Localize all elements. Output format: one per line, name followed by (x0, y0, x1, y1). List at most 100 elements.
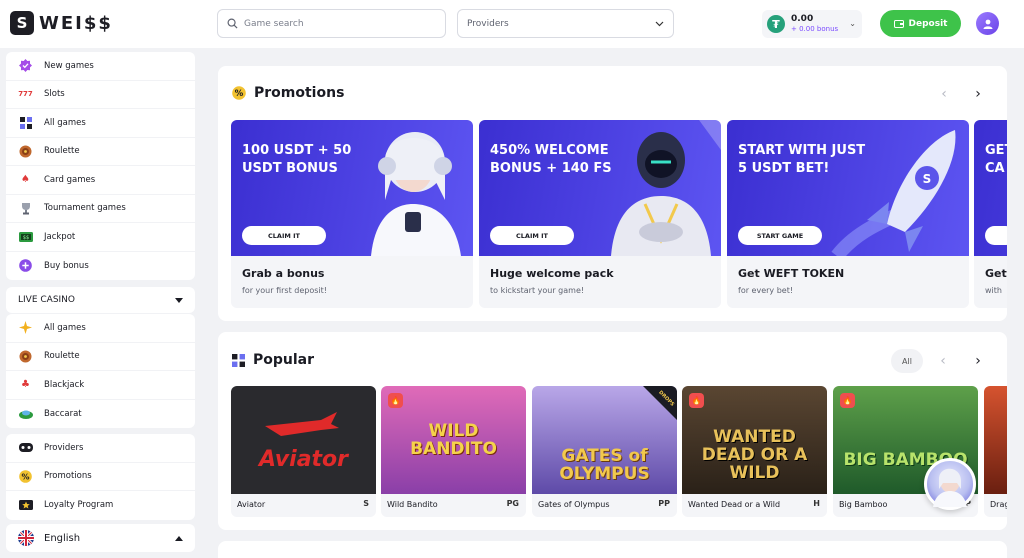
game-card[interactable]: Drag (984, 386, 1007, 517)
sidebar-item-label: New games (44, 60, 94, 71)
all-games-icon (18, 115, 33, 130)
promotions-icon: % (232, 86, 246, 100)
sidebar-item-slots[interactable]: 777 Slots (6, 81, 195, 109)
live-casino-label: LIVE CASINO (18, 295, 75, 305)
sidebar-item-loyalty-program[interactable]: Loyalty Program (6, 491, 195, 520)
logo[interactable]: S WEI$$ (10, 11, 113, 35)
user-avatar[interactable] (976, 12, 999, 35)
next-section (218, 541, 1007, 558)
promo-card[interactable]: 100 USDT + 50 USDT BONUS CLAIM IT Grab a… (231, 120, 473, 308)
promotions-next-button[interactable]: › (966, 82, 990, 106)
live-casino-toggle[interactable]: LIVE CASINO (6, 287, 195, 313)
chevron-down-icon: ⌄ (849, 19, 856, 28)
promotions-section: % Promotions ‹ › 100 USDT + 50 USDT BONU… (218, 66, 1007, 321)
promo-card[interactable]: GET CA Get with (974, 120, 1007, 308)
chevron-right-icon: › (975, 353, 981, 369)
sidebar-item-live-baccarat[interactable]: Baccarat (6, 400, 195, 429)
promo-card[interactable]: 450% WELCOME BONUS + 140 FS CLAIM IT Hug… (479, 120, 721, 308)
plane-icon (265, 412, 339, 436)
claim-button[interactable]: CLAIM IT (490, 226, 574, 245)
sidebar-item-buy-bonus[interactable]: Buy bonus (6, 252, 195, 281)
svg-text:S: S (923, 172, 932, 186)
slots-icon: 777 (18, 90, 33, 99)
sidebar-item-roulette[interactable]: Roulette (6, 138, 195, 166)
game-search[interactable] (217, 9, 446, 38)
game-name: Drag (990, 500, 1007, 509)
promo-banner: 100 USDT + 50 USDT BONUS CLAIM IT (231, 120, 473, 256)
sidebar-item-live-blackjack[interactable]: ♣ Blackjack (6, 371, 195, 400)
wallet-balance[interactable]: ₮ 0.00 + 0.00 bonus ⌄ (762, 10, 862, 38)
promo-headline: START WITH JUST 5 USDT BET! (738, 143, 866, 176)
game-name: Wanted Dead or a Wild (688, 500, 781, 509)
user-icon (983, 19, 992, 29)
popular-prev-button[interactable]: ‹ (931, 349, 955, 373)
sidebar-item-card-games[interactable]: ♠ Card games (6, 166, 195, 195)
game-art: Aviator (231, 386, 376, 494)
sidebar-item-jackpot[interactable]: $$ Jackpot (6, 223, 195, 252)
popular-title: Popular (253, 352, 315, 368)
providers-dropdown[interactable]: Providers (457, 9, 674, 38)
sidebar-item-live-roulette[interactable]: Roulette (6, 343, 195, 371)
grid-icon (232, 353, 245, 367)
sidebar-item-label: Promotions (44, 471, 92, 482)
sidebar-item-label: All games (44, 117, 86, 128)
svg-text:%: % (21, 472, 29, 481)
deposit-button[interactable]: Deposit (880, 10, 961, 37)
game-name: Wild Bandito (387, 500, 438, 509)
provider-icon: PG (506, 499, 519, 508)
sidebar-item-label: Roulette (44, 351, 80, 362)
promo-subtitle: for every bet! (738, 286, 794, 295)
game-card[interactable]: WANTED DEAD OR A WILD 🔥 Wanted Dead or a… (682, 386, 827, 517)
promo-subtitle: for your first deposit! (242, 286, 327, 295)
start-game-button[interactable]: START GAME (738, 226, 822, 245)
buy-bonus-icon (18, 258, 33, 273)
jackpot-icon: $$ (18, 229, 33, 244)
sidebar-item-all-games[interactable]: All games (6, 109, 195, 138)
promo-card[interactable]: S START WITH JUST 5 USDT BET! START GAME… (727, 120, 969, 308)
game-art (984, 386, 1007, 494)
promo-button[interactable] (985, 226, 1007, 245)
sidebar-live-group: All games Roulette ♣ Blackjack Baccarat (6, 314, 195, 428)
search-input[interactable] (244, 18, 434, 29)
promo-banner: 450% WELCOME BONUS + 140 FS CLAIM IT (479, 120, 721, 256)
game-card[interactable]: WILD BANDITO 🔥 Wild Bandito PG (381, 386, 526, 517)
bonus-amount: + 0.00 bonus (791, 25, 839, 33)
sidebar-item-label: Buy bonus (44, 260, 89, 271)
game-card[interactable]: DROPS GATES of OLYMPUS Gates of Olympus … (532, 386, 677, 517)
popular-section: Popular All ‹ › Aviator Aviator S WILD B… (218, 332, 1007, 530)
game-art: DROPS GATES of OLYMPUS (532, 386, 677, 494)
sidebar-item-new-games[interactable]: New games (6, 52, 195, 81)
provider-icon: H (813, 499, 820, 508)
sidebar: New games 777 Slots All games Roulette ♠… (0, 48, 200, 558)
popular-all-button[interactable]: All (891, 349, 923, 373)
card-games-icon: ♠ (21, 174, 30, 186)
chevron-right-icon: › (975, 86, 981, 102)
providers-icon (18, 440, 33, 455)
loyalty-icon (18, 498, 33, 513)
provider-icon: PP (658, 499, 670, 508)
game-art-title: Aviator (258, 447, 349, 472)
popular-next-button[interactable]: › (966, 349, 990, 373)
claim-button[interactable]: CLAIM IT (242, 226, 326, 245)
sidebar-item-promotions[interactable]: % Promotions (6, 463, 195, 491)
sidebar-item-providers[interactable]: Providers (6, 434, 195, 463)
support-avatar-icon (933, 468, 967, 507)
deposit-label: Deposit (908, 18, 948, 29)
promo-banner: GET CA (974, 120, 1007, 256)
game-art-title: WANTED DEAD OR A WILD (701, 427, 808, 483)
promo-headline: 450% WELCOME BONUS + 140 FS (490, 143, 612, 176)
promotions-prev-button[interactable]: ‹ (932, 82, 956, 106)
support-chat-button[interactable] (924, 458, 976, 510)
sidebar-item-tournament-games[interactable]: Tournament games (6, 195, 195, 223)
uk-flag-icon (18, 530, 34, 546)
chevron-left-icon: ‹ (941, 86, 947, 102)
logo-mark: S (10, 11, 34, 35)
sidebar-item-live-all-games[interactable]: All games (6, 314, 195, 343)
provider-icon: S (363, 499, 369, 508)
language-selector[interactable]: English (6, 524, 195, 552)
astronaut-illustration (611, 120, 721, 256)
game-card[interactable]: Aviator Aviator S (231, 386, 376, 517)
promotions-heading: % Promotions (232, 85, 344, 101)
promo-headline: 100 USDT + 50 USDT BONUS (242, 143, 352, 176)
chevron-left-icon: ‹ (940, 353, 946, 369)
